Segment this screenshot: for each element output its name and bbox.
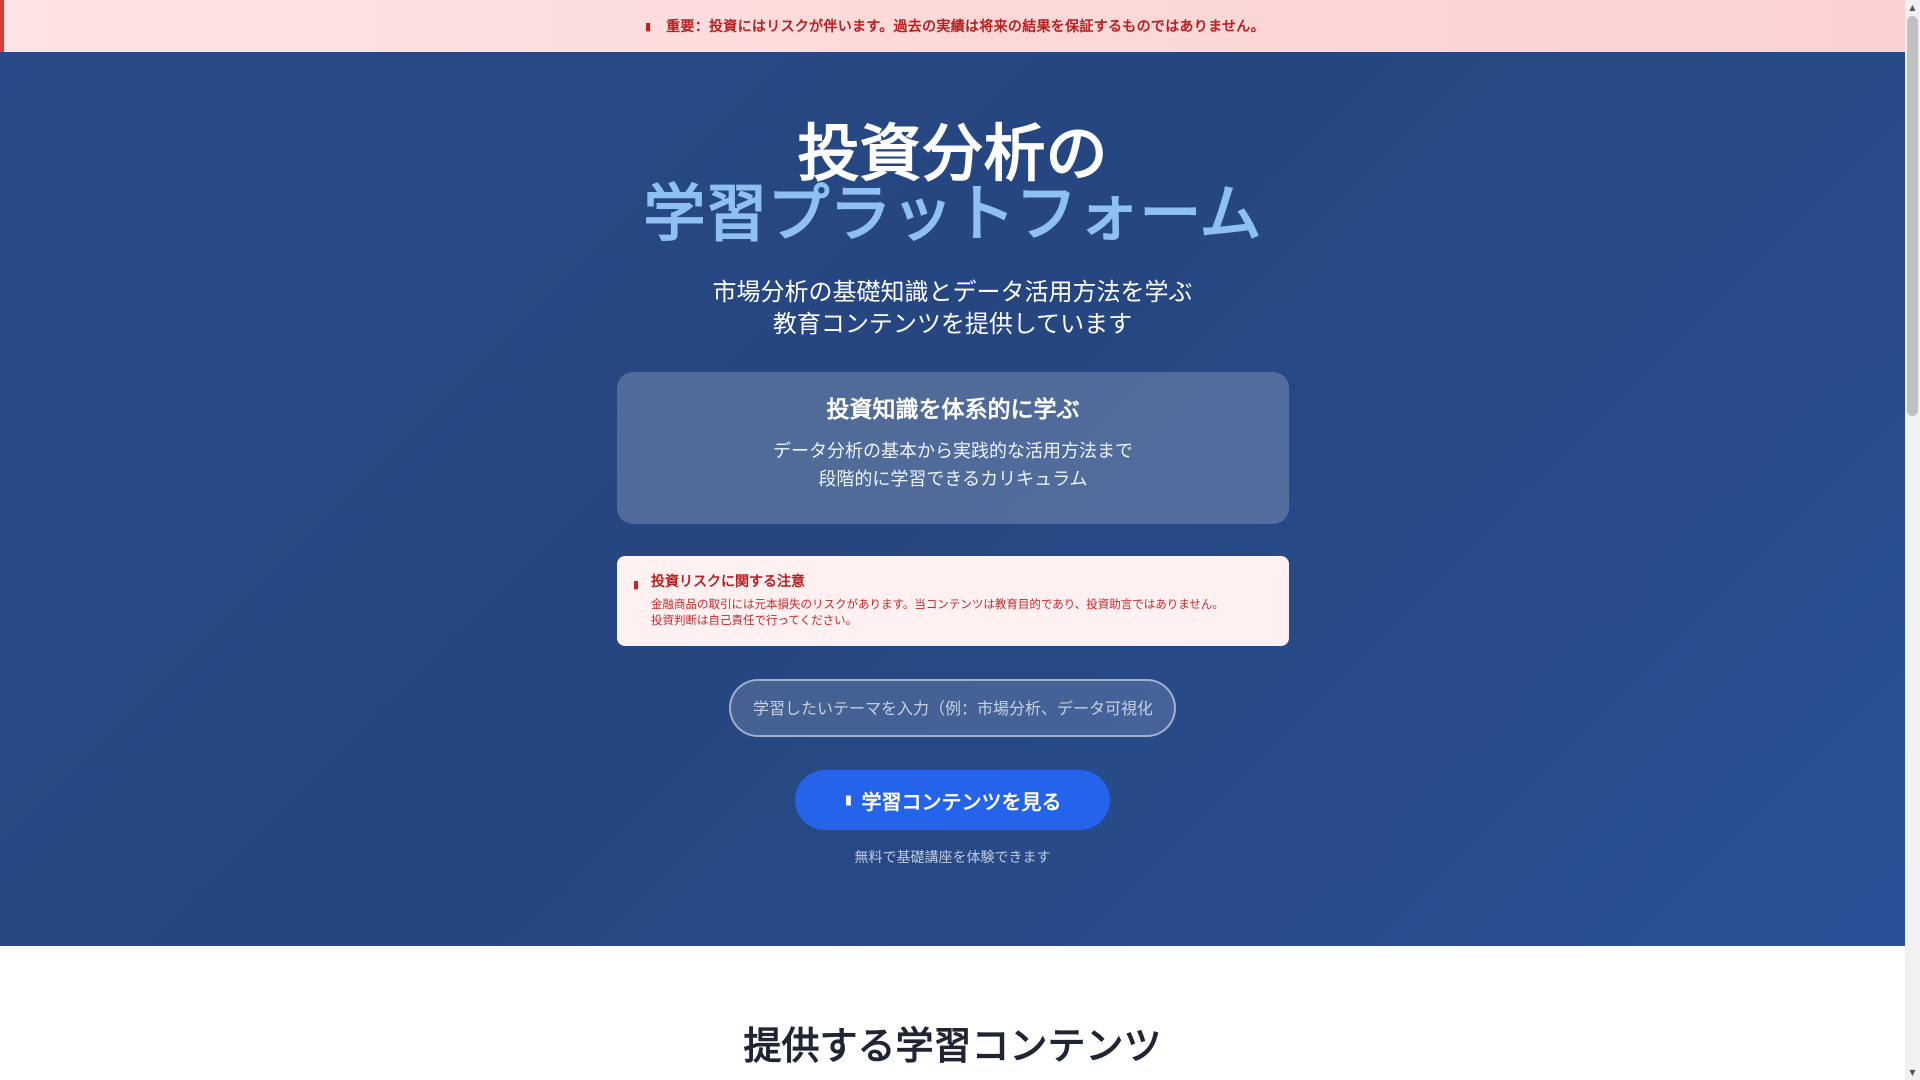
risk-notice-text: 金融商品の取引には元本損失のリスクがあります。当コンテンツは教育目的であり、投資… — [651, 596, 1269, 628]
page: ▮ 重要：投資にはリスクが伴います。過去の実績は将来の結果を保証するものではあり… — [0, 0, 1905, 1080]
topic-search-input[interactable] — [729, 679, 1176, 737]
risk-notice-text-line2: 投資判断は自己責任で行ってください。 — [651, 613, 858, 627]
scroll-down-arrow-icon[interactable]: ▼ — [1905, 1065, 1920, 1080]
risk-warning-banner: ▮ 重要：投資にはリスクが伴います。過去の実績は将来の結果を保証するものではあり… — [0, 0, 1905, 52]
section-title: 提供する学習コンテンツ — [743, 1024, 1162, 1068]
feature-card-text-line2: 段階的に学習できるカリキュラム — [818, 469, 1088, 490]
warning-icon: ▮ — [645, 19, 652, 33]
risk-warning-text: 重要：投資にはリスクが伴います。過去の実績は将来の結果を保証するものではありませ… — [666, 19, 1265, 35]
hero-subtitle-line1: 市場分析の基礎知識とデータ活用方法を学ぶ — [712, 278, 1193, 306]
hero-title: 投資分析の 学習プラットフォーム — [0, 117, 1905, 250]
hero-subtitle-line2: 教育コンテンツを提供しています — [772, 310, 1133, 338]
play-icon: ▮ — [844, 792, 853, 808]
feature-card-text: データ分析の基本から実践的な活用方法まで 段階的に学習できるカリキュラム — [617, 438, 1289, 494]
hero-subtitle: 市場分析の基礎知識とデータ活用方法を学ぶ 教育コンテンツを提供しています — [0, 276, 1905, 340]
risk-notice-box: ▮ 投資リスクに関する注意 金融商品の取引には元本損失のリスクがあります。当コン… — [617, 556, 1289, 646]
alert-icon: ▮ — [633, 578, 640, 591]
feature-card-text-line1: データ分析の基本から実践的な活用方法まで — [773, 441, 1133, 462]
feature-card: 投資知識を体系的に学ぶ データ分析の基本から実践的な活用方法まで 段階的に学習で… — [617, 372, 1289, 524]
view-learning-content-button[interactable]: ▮ 学習コンテンツを見る — [795, 770, 1110, 830]
page-scrollbar[interactable]: ▲ ▼ — [1905, 0, 1920, 1080]
scroll-up-arrow-icon[interactable]: ▲ — [1905, 0, 1920, 15]
hero-section: 投資分析の 学習プラットフォーム 市場分析の基礎知識とデータ活用方法を学ぶ 教育… — [0, 52, 1905, 946]
hero-title-line2: 学習プラットフォーム — [643, 177, 1262, 250]
risk-notice-text-line1: 金融商品の取引には元本損失のリスクがあります。当コンテンツは教育目的であり、投資… — [651, 597, 1224, 611]
risk-notice-title: 投資リスクに関する注意 — [651, 574, 805, 590]
view-learning-content-label: 学習コンテンツを見る — [861, 789, 1062, 814]
hero-title-line1: 投資分析の — [797, 117, 1108, 190]
feature-card-title: 投資知識を体系的に学ぶ — [826, 397, 1080, 423]
scrollbar-thumb[interactable] — [1907, 16, 1918, 416]
free-trial-note: 無料で基礎講座を体験できます — [854, 850, 1051, 866]
